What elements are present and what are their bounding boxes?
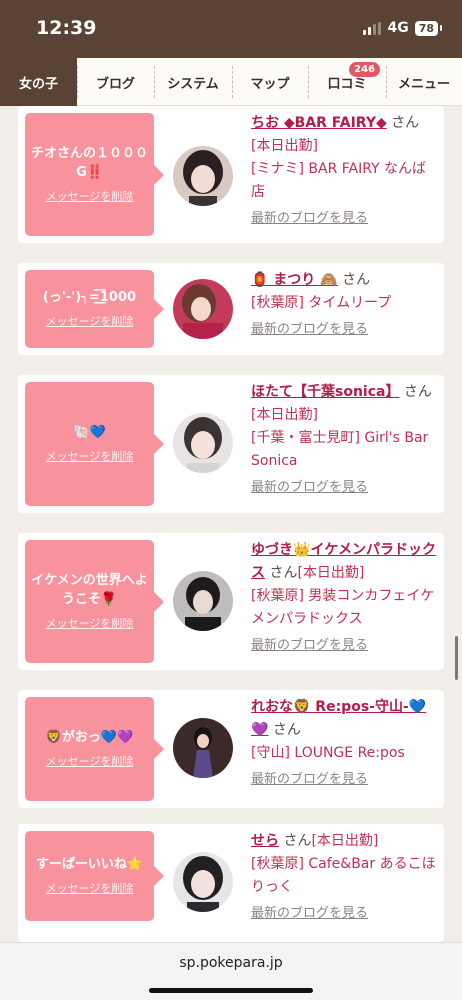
message-bubble: すーぱーいいね⭐ メッセージを削除: [25, 831, 164, 921]
delete-message-link[interactable]: メッセージを削除: [46, 615, 134, 631]
latest-blog-link[interactable]: 最新のブログを見る: [251, 319, 439, 340]
cast-info: せら さん[本日出勤] [秋葉原] Cafe&Bar あるこほりっく 最新のブロ…: [251, 830, 439, 925]
message-bubble: イケメンの世界へようこそ🌹 メッセージを削除: [25, 540, 164, 663]
cast-name-link[interactable]: せら: [251, 833, 279, 849]
work-status: [本日出勤]: [251, 138, 318, 155]
latest-blog-link[interactable]: 最新のブログを見る: [251, 477, 439, 498]
browser-url-bar[interactable]: sp.pokepara.jp: [0, 942, 462, 1000]
message-text: 🐚💙: [73, 425, 106, 441]
tab-map-label: マップ: [250, 76, 290, 92]
work-status: [本日出勤]: [297, 565, 365, 582]
latest-blog-link[interactable]: 最新のブログを見る: [251, 208, 439, 229]
tab-system-label: システム: [167, 76, 219, 92]
tab-map[interactable]: マップ: [232, 58, 308, 106]
scrollbar[interactable]: [455, 636, 458, 680]
delete-message-link[interactable]: メッセージを削除: [46, 880, 134, 896]
message-bubble: 🦁がおっ💙💜 メッセージを削除: [25, 697, 164, 801]
cast-name-link[interactable]: ちお ◆BAR FAIRY◆: [251, 115, 387, 131]
delete-message-link[interactable]: メッセージを削除: [46, 188, 134, 204]
message-bubble: 🐚💙 メッセージを削除: [25, 382, 164, 506]
honorific: さん: [342, 272, 371, 288]
message-text: チオさんの１０００G‼️: [30, 146, 148, 180]
area: [ミナミ]: [251, 161, 304, 178]
list-item: すーぱーいいね⭐ メッセージを削除 せら さん[本日出勤] [秋葉原] Cafe…: [18, 824, 444, 942]
shop-name: LOUNGE Re:pos: [294, 745, 405, 762]
cast-name-link[interactable]: 🏮 まつり 🙈: [251, 272, 338, 288]
tab-reviews[interactable]: 口コミ 246: [308, 58, 386, 106]
cast-name-link[interactable]: ほたて【千葉sonica】: [251, 384, 399, 400]
tab-blog[interactable]: ブログ: [77, 58, 154, 106]
cast-info: 🏮 まつり 🙈 さん [秋葉原] タイムリープ 最新のブログを見る: [251, 269, 439, 341]
message-text: (っ'-')╮=͟͟͞͞1000: [42, 290, 137, 306]
honorific: さん: [391, 115, 420, 131]
status-bar: 12:39 4G 78: [0, 0, 462, 58]
cast-info: ほたて【千葉sonica】 さん [本日出勤] [千葉・富士見町] Girl's…: [251, 381, 439, 499]
cast-info: ゆづき👑イケメンパラドックス さん[本日出勤] [秋葉原] 男装コンカフェイケメ…: [251, 539, 439, 657]
message-bubble: (っ'-')╮=͟͟͞͞1000 メッセージを削除: [25, 270, 164, 348]
signal-icon: [363, 21, 382, 35]
avatar[interactable]: [173, 718, 233, 778]
cast-info: ちお ◆BAR FAIRY◆ さん [本日出勤] [ミナミ] BAR FAIRY…: [251, 112, 439, 230]
latest-blog-link[interactable]: 最新のブログを見る: [251, 769, 439, 790]
home-indicator[interactable]: [149, 988, 313, 993]
status-time: 12:39: [36, 17, 97, 39]
avatar[interactable]: [173, 413, 233, 473]
work-status: [本日出勤]: [311, 833, 379, 849]
tab-system[interactable]: システム: [154, 58, 232, 106]
honorific: さん: [283, 833, 312, 849]
tab-blog-label: ブログ: [95, 76, 135, 92]
area: [秋葉原]: [251, 295, 304, 312]
list-item: (っ'-')╮=͟͟͞͞1000 メッセージを削除 🏮 まつり 🙈 さん [秋葉…: [18, 263, 444, 355]
favorite-list: チオさんの１０００G‼️ メッセージを削除 ちお ◆BAR FAIRY◆ さん …: [0, 106, 462, 942]
shop-name: タイムリープ: [308, 295, 392, 312]
honorific: さん: [403, 384, 432, 400]
tab-girls[interactable]: 女の子: [0, 58, 77, 106]
list-item: 🐚💙 メッセージを削除 ほたて【千葉sonica】 さん [本日出勤] [千葉・…: [18, 375, 444, 513]
latest-blog-link[interactable]: 最新のブログを見る: [251, 635, 439, 656]
status-right: 4G 78: [363, 20, 443, 36]
main-nav: 女の子 ブログ システム マップ 口コミ 246 メニュー: [0, 58, 462, 106]
honorific: さん: [272, 722, 301, 739]
list-item: 🦁がおっ💙💜 メッセージを削除 れおな🦁 Re:pos-守山-💙💜 さん [守山…: [18, 690, 444, 808]
avatar[interactable]: [173, 279, 233, 339]
list-item: チオさんの１０００G‼️ メッセージを削除 ちお ◆BAR FAIRY◆ さん …: [18, 106, 444, 243]
message-text: すーぱーいいね⭐: [35, 857, 144, 873]
message-bubble: チオさんの１０００G‼️ メッセージを削除: [25, 113, 164, 236]
area: [守山]: [251, 745, 290, 762]
area: [千葉・富士見町]: [251, 430, 360, 447]
tab-menu-label: メニュー: [397, 76, 450, 92]
cast-info: れおな🦁 Re:pos-守山-💙💜 さん [守山] LOUNGE Re:pos …: [251, 696, 439, 791]
delete-message-link[interactable]: メッセージを削除: [46, 753, 134, 769]
area: [秋葉原]: [251, 588, 304, 605]
honorific: さん: [269, 565, 298, 582]
delete-message-link[interactable]: メッセージを削除: [46, 448, 134, 464]
message-text: イケメンの世界へようこそ🌹: [31, 573, 148, 607]
avatar[interactable]: [173, 852, 233, 912]
latest-blog-link[interactable]: 最新のブログを見る: [251, 903, 439, 924]
tab-girls-label: 女の子: [18, 76, 58, 92]
battery-icon: 78: [414, 20, 443, 36]
avatar[interactable]: [173, 571, 233, 631]
avatar[interactable]: [173, 146, 233, 206]
work-status: [本日出勤]: [251, 407, 318, 424]
area: [秋葉原]: [251, 856, 304, 873]
network-label: 4G: [387, 20, 409, 36]
list-item: イケメンの世界へようこそ🌹 メッセージを削除 ゆづき👑イケメンパラドックス さん…: [18, 533, 444, 670]
reviews-count-badge: 246: [349, 62, 380, 77]
tab-menu[interactable]: メニュー: [386, 58, 462, 106]
delete-message-link[interactable]: メッセージを削除: [46, 313, 134, 329]
url-text: sp.pokepara.jp: [179, 955, 283, 971]
message-text: 🦁がおっ💙💜: [45, 730, 134, 746]
